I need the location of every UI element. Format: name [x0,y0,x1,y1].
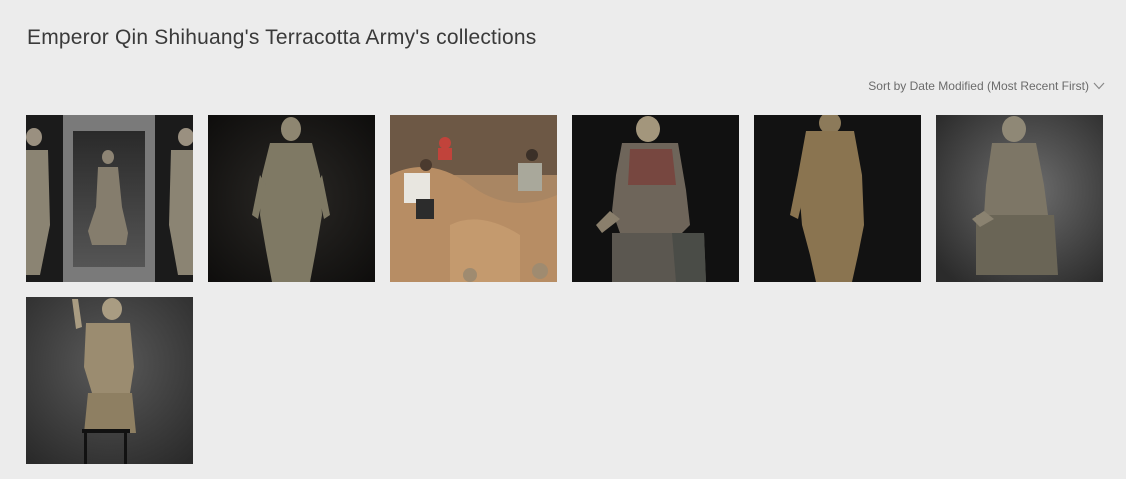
thumbnail-tile[interactable] [26,297,193,464]
thumbnail-image [208,115,375,282]
thumbnail-image [754,115,921,282]
collection-page: Emperor Qin Shihuang's Terracotta Army's… [0,0,1126,479]
thumbnail-image [26,115,193,282]
thumbnail-tile[interactable] [754,115,921,282]
page-title: Emperor Qin Shihuang's Terracotta Army's… [27,26,537,49]
thumbnail-image [936,115,1103,282]
thumbnail-tile[interactable] [390,115,557,282]
thumbnail-image [572,115,739,282]
thumbnail-tile[interactable] [26,115,193,282]
thumbnail-tile[interactable] [572,115,739,282]
thumbnail-image [26,297,193,464]
thumbnail-image [390,115,557,282]
thumbnail-tile[interactable] [208,115,375,282]
thumbnail-grid [26,115,1106,464]
thumbnail-tile[interactable] [936,115,1103,282]
sort-dropdown[interactable]: Sort by Date Modified (Most Recent First… [868,79,1105,93]
chevron-down-icon [1093,82,1105,90]
sort-label: Sort by Date Modified (Most Recent First… [868,79,1089,93]
